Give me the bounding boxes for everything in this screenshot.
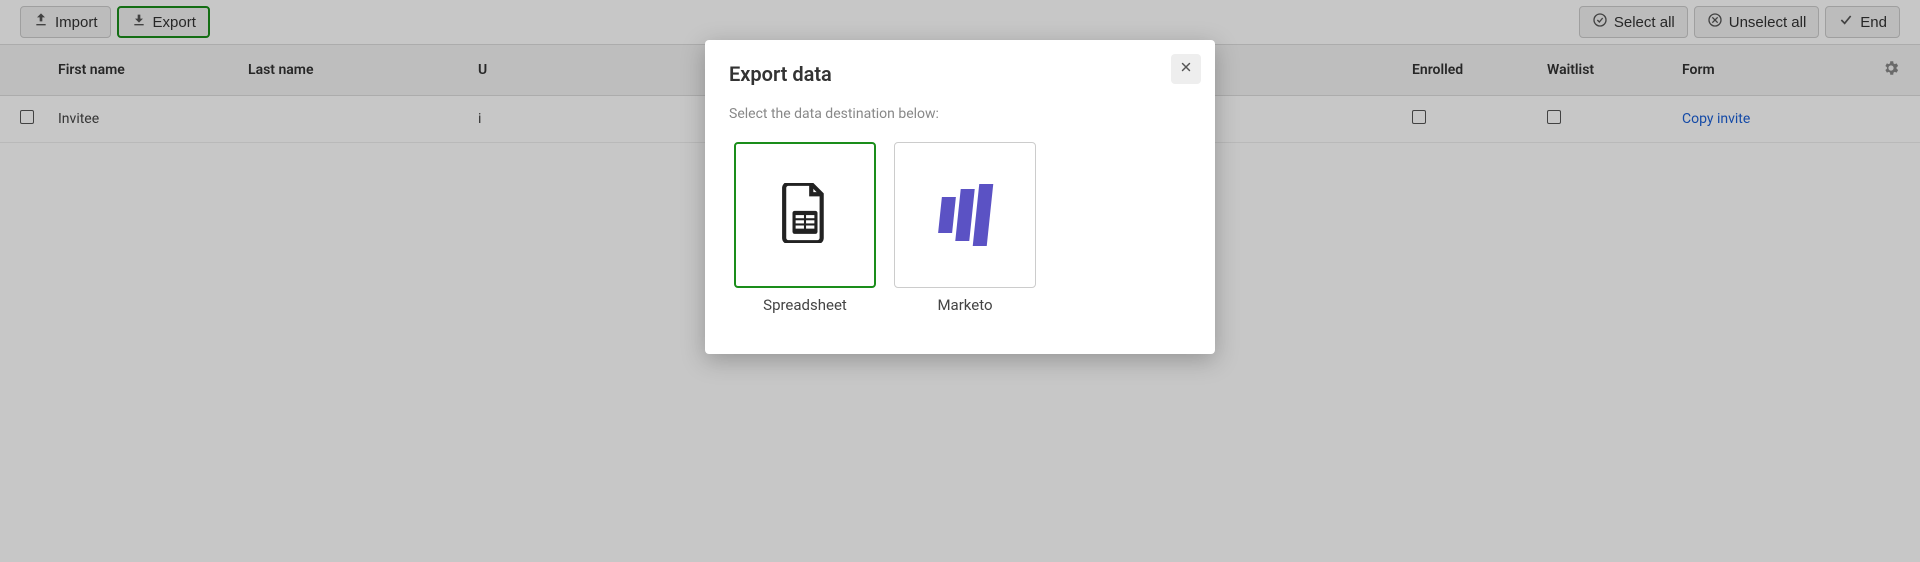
close-button[interactable] <box>1171 54 1201 84</box>
close-icon <box>1179 60 1193 78</box>
destination-marketo[interactable]: Marketo <box>889 142 1041 314</box>
destination-spreadsheet[interactable]: Spreadsheet <box>729 142 881 314</box>
destination-list: Spreadsheet Marketo <box>729 142 1191 314</box>
modal-instruction: Select the data destination below: <box>729 106 1191 122</box>
modal-overlay: Export data Select the data destination … <box>0 0 1920 562</box>
export-modal: Export data Select the data destination … <box>705 40 1215 354</box>
marketo-icon <box>940 185 990 245</box>
spreadsheet-icon <box>780 183 830 247</box>
destination-marketo-label: Marketo <box>937 296 992 314</box>
modal-title: Export data <box>729 62 1191 86</box>
destination-spreadsheet-label: Spreadsheet <box>763 296 847 314</box>
